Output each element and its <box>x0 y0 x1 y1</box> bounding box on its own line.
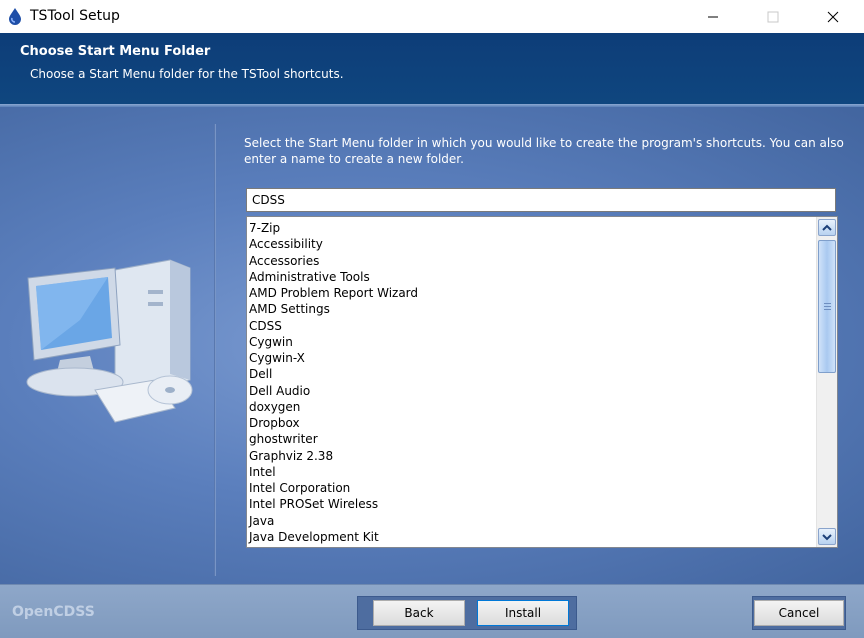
scroll-down-button[interactable] <box>818 528 836 545</box>
cancel-button[interactable]: Cancel <box>754 600 844 626</box>
folder-listbox[interactable]: 7-Zip Accessibility Accessories Administ… <box>246 216 838 548</box>
close-button[interactable] <box>810 0 856 33</box>
minimize-button[interactable] <box>690 0 736 33</box>
close-icon <box>827 11 839 22</box>
vertical-scrollbar[interactable] <box>816 217 837 547</box>
scrollbar-thumb[interactable] <box>818 240 836 373</box>
install-button[interactable]: Install <box>477 600 569 626</box>
list-item[interactable]: Dell Audio <box>247 383 817 399</box>
instructions-text: Select the Start Menu folder in which yo… <box>244 136 844 166</box>
list-item[interactable]: Java <box>247 513 817 529</box>
list-item[interactable]: AMD Settings <box>247 301 817 317</box>
list-item[interactable]: Intel Corporation <box>247 480 817 496</box>
folder-list: 7-Zip Accessibility Accessories Administ… <box>247 217 817 545</box>
page-subtitle: Choose a Start Menu folder for the TSToo… <box>30 67 344 81</box>
list-item[interactable]: ghostwriter <box>247 431 817 447</box>
list-item[interactable]: Dropbox <box>247 415 817 431</box>
list-item[interactable]: Intel PROSet Wireless <box>247 496 817 512</box>
window-title: TSTool Setup <box>30 8 120 24</box>
list-item[interactable]: Dell <box>247 366 817 382</box>
scroll-grip-icon <box>824 303 831 311</box>
tstool-drop-icon <box>9 8 21 25</box>
chevron-up-icon <box>822 224 832 231</box>
list-item[interactable]: Accessories <box>247 253 817 269</box>
brand-label: OpenCDSS <box>12 604 95 620</box>
list-item[interactable]: Graphviz 2.38 <box>247 448 817 464</box>
list-item[interactable]: Cygwin <box>247 334 817 350</box>
list-item[interactable]: Administrative Tools <box>247 269 817 285</box>
list-item[interactable]: Cygwin-X <box>247 350 817 366</box>
wizard-header: Choose Start Menu Folder Choose a Start … <box>0 33 864 104</box>
list-item[interactable]: AMD Problem Report Wizard <box>247 285 817 301</box>
list-item[interactable]: CDSS <box>247 318 817 334</box>
list-item[interactable]: Accessibility <box>247 236 817 252</box>
scroll-up-button[interactable] <box>818 219 836 236</box>
list-item[interactable]: Java Development Kit <box>247 529 817 545</box>
list-item[interactable]: doxygen <box>247 399 817 415</box>
maximize-button[interactable] <box>750 0 796 33</box>
computer-illustration-icon <box>26 259 193 423</box>
panel-divider <box>214 124 216 576</box>
chevron-down-icon <box>822 533 832 540</box>
back-button[interactable]: Back <box>373 600 465 626</box>
folder-name-input[interactable] <box>246 188 836 212</box>
window-titlebar: TSTool Setup <box>0 0 864 33</box>
list-item[interactable]: 7-Zip <box>247 220 817 236</box>
list-item[interactable]: Intel <box>247 464 817 480</box>
page-title: Choose Start Menu Folder <box>20 44 211 59</box>
minimize-icon <box>708 16 718 17</box>
maximize-icon <box>767 11 779 22</box>
